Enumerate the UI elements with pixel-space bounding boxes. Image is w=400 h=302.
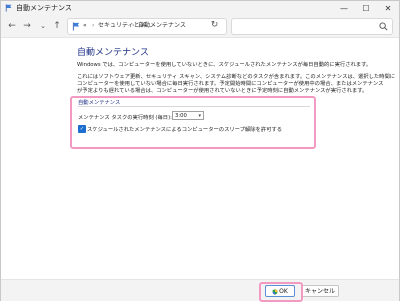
search-icon xyxy=(379,22,388,31)
recent-locations-button[interactable]: ⌄ xyxy=(37,20,49,32)
description-text: Windows では、コンピューターを使用していないときに、スケジュールされたメ… xyxy=(77,62,372,68)
address-bar[interactable]: « › セキュリティとメ... › 自動メンテナンス ⌄ xyxy=(67,18,266,35)
breadcrumb-current[interactable]: 自動メンテナンス xyxy=(138,21,186,31)
refresh-button[interactable]: ↻ xyxy=(208,19,221,32)
navigation-bar: ← → ⌄ ↑ « › セキュリティとメ... › 自動メンテナンス ⌄ ↻ xyxy=(1,15,399,38)
breadcrumb-separator[interactable]: › xyxy=(132,21,134,31)
dialog-footer: OK キャンセル xyxy=(1,279,399,301)
back-button[interactable]: ← xyxy=(6,20,18,32)
breadcrumb-separator[interactable]: › xyxy=(92,21,94,31)
details-line: が予定よりも遅れている場合は、コンピューターが使用されていないときに予定時刻に自… xyxy=(77,88,368,95)
title-bar: 自動メンテナンス — ☐ ✕ xyxy=(1,1,399,15)
flag-icon xyxy=(72,22,80,31)
search-input[interactable] xyxy=(231,18,393,35)
details-text: これにはソフトウェア更新、セキュリティ スキャン、システム診断などのタスクが含ま… xyxy=(77,74,395,96)
breadcrumb-overflow[interactable]: « xyxy=(83,21,87,31)
forward-button[interactable]: → xyxy=(21,20,33,32)
up-button[interactable]: ↑ xyxy=(51,20,63,32)
control-panel-window: 自動メンテナンス — ☐ ✕ ← → ⌄ ↑ « › セキュリティとメ... ›… xyxy=(0,0,400,302)
maximize-button[interactable]: ☐ xyxy=(355,1,377,15)
page-title: 自動メンテナンス xyxy=(77,48,149,58)
window-title: 自動メンテナンス xyxy=(16,4,72,12)
highlight-box xyxy=(70,96,316,149)
minimize-button[interactable]: — xyxy=(333,1,355,15)
close-button[interactable]: ✕ xyxy=(377,1,399,15)
cancel-button[interactable]: キャンセル xyxy=(301,285,339,297)
highlight-box xyxy=(259,282,303,302)
flag-icon xyxy=(5,4,12,12)
